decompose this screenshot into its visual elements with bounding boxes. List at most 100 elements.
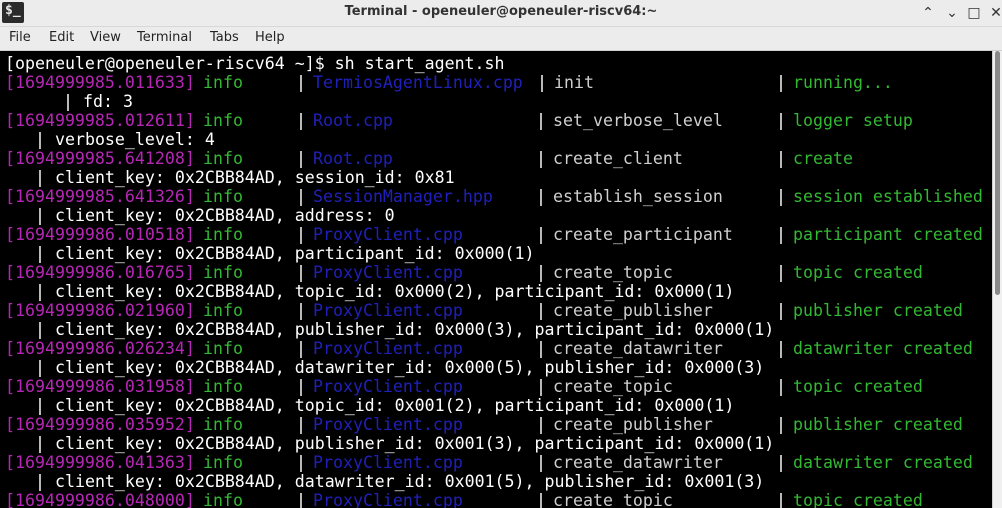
log-separator: |	[776, 73, 786, 92]
log-timestamp: [1694999985.641326]	[5, 187, 195, 206]
log-message: running...	[793, 73, 893, 92]
log-function: create_datawriter	[553, 453, 723, 472]
log-line: [1694999986.026234] info | ProxyClient.cpp |…	[0, 339, 992, 358]
maximize-button[interactable]: ⌄	[942, 3, 962, 23]
log-line: [1694999986.010518] info | ProxyClient.cpp |…	[0, 225, 992, 244]
log-detail: | client_key: 0x2CBB84AD, address: 0	[35, 206, 395, 225]
log-separator: |	[296, 225, 306, 244]
log-separator: |	[296, 415, 306, 434]
log-line: [1694999985.641326] info | SessionManager.h…	[0, 187, 992, 206]
log-message: create	[793, 149, 853, 168]
log-source-file: Root.cpp	[313, 149, 393, 168]
log-function: create_publisher	[553, 415, 713, 434]
log-separator: |	[776, 377, 786, 396]
log-separator: |	[776, 263, 786, 282]
log-separator: |	[776, 187, 786, 206]
log-level: info	[203, 149, 243, 168]
log-line: [1694999986.035952] info | ProxyClient.cpp |…	[0, 415, 992, 434]
log-level: info	[203, 111, 243, 130]
log-source-file: SessionManager.hpp	[313, 187, 493, 206]
log-level: info	[203, 415, 243, 434]
log-separator: |	[536, 491, 546, 508]
log-function: set_verbose_level	[553, 111, 723, 130]
log-level: info	[203, 301, 243, 320]
log-separator: |	[296, 111, 306, 130]
log-separator: |	[296, 453, 306, 472]
log-message: topic created	[793, 377, 923, 396]
log-separator: |	[296, 377, 306, 396]
log-detail: | client_key: 0x2CBB84AD, session_id: 0x…	[35, 168, 455, 187]
log-separator: |	[776, 491, 786, 508]
vertical-scrollbar[interactable]	[992, 51, 1002, 508]
log-separator: |	[536, 453, 546, 472]
log-separator: |	[296, 491, 306, 508]
minimize-button[interactable]: ⌃	[918, 3, 938, 23]
log-message: session established	[793, 187, 983, 206]
log-detail: | verbose_level: 4	[35, 130, 215, 149]
log-detail: | client_key: 0x2CBB84AD, datawriter_id:…	[35, 472, 765, 491]
log-separator: |	[296, 263, 306, 282]
close-button[interactable]: ✕	[986, 3, 1002, 23]
log-function: init	[554, 73, 594, 92]
log-detail: | fd: 3	[63, 92, 133, 111]
log-level: info	[203, 263, 243, 282]
log-function: create_publisher	[553, 301, 713, 320]
log-timestamp: [1694999986.035952]	[5, 415, 195, 434]
log-function: establish_session	[553, 187, 723, 206]
log-level: info	[203, 73, 243, 92]
log-separator: |	[776, 225, 786, 244]
title-bar[interactable]: $_ Terminal - openeuler@openeuler-riscv6…	[0, 0, 1002, 27]
log-source-file: TermiosAgentLinux.cpp	[313, 73, 523, 92]
log-function: create_participant	[553, 225, 733, 244]
menu-terminal[interactable]: Terminal	[137, 30, 192, 45]
log-message: publisher created	[793, 415, 963, 434]
menu-edit[interactable]: Edit	[49, 30, 74, 45]
log-source-file: ProxyClient.cpp	[313, 263, 463, 282]
log-timestamp: [1694999986.016765]	[5, 263, 195, 282]
log-timestamp: [1694999986.021960]	[5, 301, 195, 320]
log-timestamp: [1694999985.012611]	[5, 111, 195, 130]
log-level: info	[203, 377, 243, 396]
log-detail: | client_key: 0x2CBB84AD, topic_id: 0x00…	[35, 396, 735, 415]
log-separator: |	[296, 301, 306, 320]
restore-button[interactable]: □	[964, 3, 984, 23]
log-message: participant created	[793, 225, 983, 244]
log-separator: |	[776, 111, 786, 130]
menu-view[interactable]: View	[90, 30, 121, 45]
log-level: info	[203, 339, 243, 358]
log-source-file: ProxyClient.cpp	[313, 339, 463, 358]
log-separator: |	[536, 301, 546, 320]
terminal-output[interactable]: [openeuler@openeuler-riscv64 ~]$ sh star…	[0, 51, 992, 508]
log-separator: |	[776, 453, 786, 472]
log-separator: |	[296, 73, 306, 92]
log-timestamp: [1694999986.041363]	[5, 453, 195, 472]
log-timestamp: [1694999986.026234]	[5, 339, 195, 358]
log-source-file: ProxyClient.cpp	[313, 225, 463, 244]
log-timestamp: [1694999985.011633]	[5, 73, 195, 92]
log-function: create_client	[553, 149, 683, 168]
log-separator: |	[296, 149, 306, 168]
log-detail: | client_key: 0x2CBB84AD, topic_id: 0x00…	[35, 282, 735, 301]
log-function: create_topic	[553, 263, 673, 282]
log-function: create_topic	[553, 491, 673, 508]
log-separator: |	[536, 187, 546, 206]
menu-bar: File Edit View Terminal Tabs Help	[0, 27, 1002, 51]
prompt-line: [openeuler@openeuler-riscv64 ~]$ sh star…	[5, 54, 505, 73]
log-separator: |	[536, 339, 546, 358]
log-separator: |	[776, 415, 786, 434]
log-function: create_topic	[553, 377, 673, 396]
log-source-file: Root.cpp	[313, 111, 393, 130]
log-message: logger setup	[793, 111, 913, 130]
menu-file[interactable]: File	[9, 30, 31, 45]
log-separator: |	[296, 339, 306, 358]
log-separator: |	[536, 263, 546, 282]
log-source-file: ProxyClient.cpp	[313, 453, 463, 472]
menu-tabs[interactable]: Tabs	[210, 30, 239, 45]
scrollbar-thumb[interactable]	[995, 51, 1000, 295]
menu-help[interactable]: Help	[255, 30, 285, 45]
log-line: [1694999985.011633] info | TermiosAgentLinu…	[0, 73, 992, 92]
log-separator: |	[536, 377, 546, 396]
log-line: [1694999986.041363] info | ProxyClient.cpp |…	[0, 453, 992, 472]
log-source-file: ProxyClient.cpp	[313, 415, 463, 434]
log-separator: |	[776, 149, 786, 168]
